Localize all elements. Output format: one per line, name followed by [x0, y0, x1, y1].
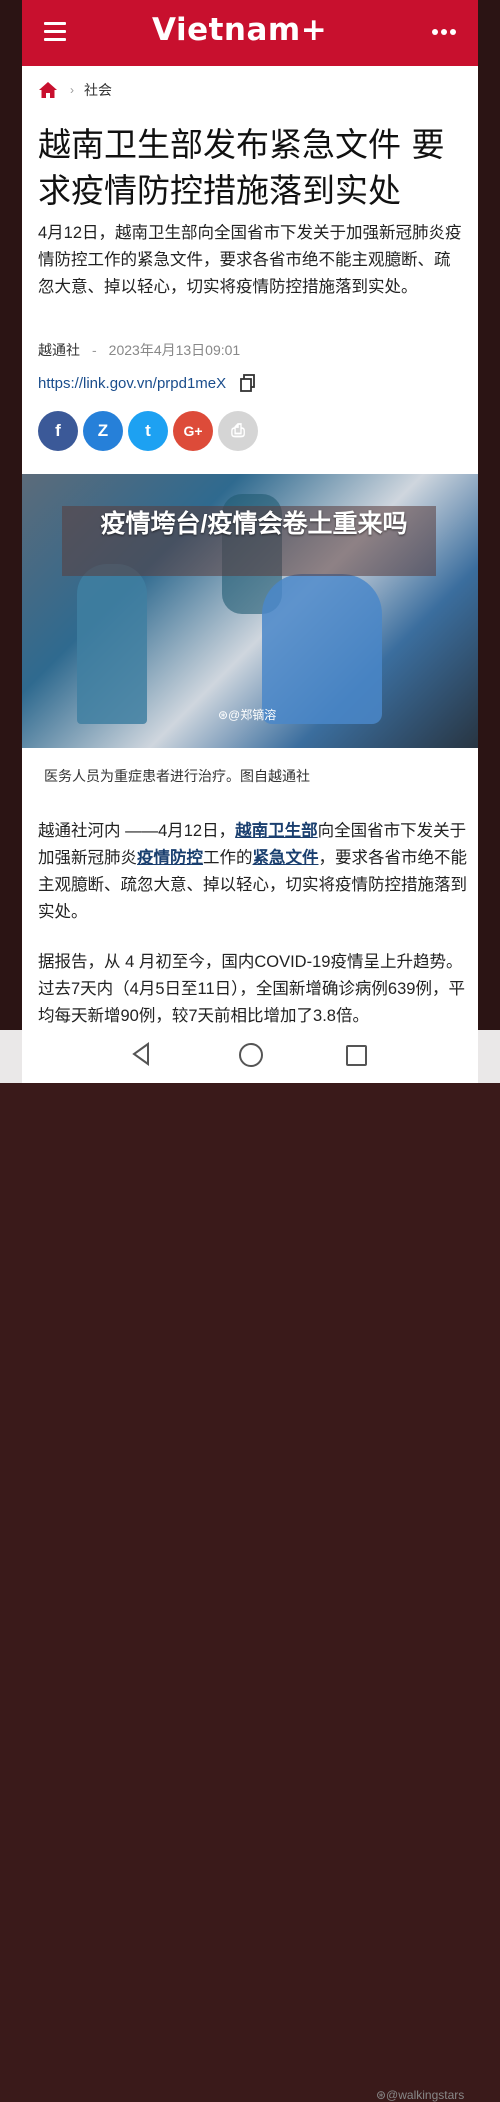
more-dots-icon[interactable] [429, 29, 456, 35]
app-frame: Vietnam+ › 社会 越南卫生部发布紧急文件 要求疫情防控措施落到实处 4… [0, 0, 500, 2102]
image-overlay-text: 疫情垮台/疫情会卷土重来吗 [100, 510, 408, 538]
home-icon[interactable] [38, 81, 58, 99]
breadcrumb: › 社会 [38, 80, 112, 100]
article-title: 越南卫生部发布紧急文件 要求疫情防控措施落到实处 [38, 125, 445, 210]
copy-icon[interactable] [240, 374, 256, 392]
article-paragraph-2: 据报告，从 4 月初至今，国内COVID-19疫情呈上升趋势。过去7天内（4月5… [38, 953, 465, 1025]
home-circle-icon[interactable] [239, 1043, 263, 1067]
system-nav-bar: ⊛@walkingstars [0, 1030, 500, 2102]
zalo-share-button[interactable]: Z [83, 411, 123, 451]
google-plus-icon: G+ [183, 423, 203, 439]
zalo-icon: Z [97, 421, 109, 440]
article-paragraph-1: 越通社河内 ——4月12日，越南卫生部向全国省市下发关于加强新冠肺炎疫情防控工作… [38, 822, 467, 921]
screenshot-watermark: ⊛@walkingstars [376, 2088, 465, 2102]
recent-apps-icon[interactable] [346, 1045, 367, 1066]
breadcrumb-section[interactable]: 社会 [84, 80, 112, 100]
link-epidemic-control[interactable]: 疫情防控 [137, 849, 203, 867]
image-caption: 医务人员为重症患者进行治疗。图自越通社 [44, 768, 310, 784]
short-link-row: https://link.gov.vn/prpd1meX [38, 374, 256, 392]
google-plus-share-button[interactable]: G+ [173, 411, 213, 451]
article-meta: 越通社 -2023年4月13日09:01 [38, 342, 241, 358]
link-urgent-document[interactable]: 紧急文件 [253, 849, 319, 867]
image-watermark: ⊛@郑镝溶 [218, 708, 277, 722]
article-date: 2023年4月13日09:01 [108, 342, 241, 358]
top-bar: Vietnam+ [22, 0, 478, 66]
facebook-icon: f [55, 421, 61, 440]
article-page: › 社会 越南卫生部发布紧急文件 要求疫情防控措施落到实处 4月12日，越南卫生… [22, 66, 478, 1083]
share-buttons: f Z t G+ ⎙ [38, 411, 263, 451]
facebook-share-button[interactable]: f [38, 411, 78, 451]
short-link[interactable]: https://link.gov.vn/prpd1meX [38, 375, 226, 392]
article-source[interactable]: 越通社 [38, 342, 80, 358]
article-image: 疫情垮台/疫情会卷土重来吗 ⊛@郑镝溶 [22, 474, 478, 748]
article-lead: 4月12日，越南卫生部向全国省市下发关于加强新冠肺炎疫情防控工作的紧急文件，要求… [38, 224, 462, 296]
print-icon: ⎙ [231, 421, 245, 440]
twitter-icon: t [145, 421, 151, 440]
hamburger-menu-icon[interactable] [44, 22, 66, 41]
twitter-share-button[interactable]: t [128, 411, 168, 451]
print-button[interactable]: ⎙ [218, 411, 258, 451]
site-logo[interactable]: Vietnam+ [152, 12, 327, 48]
link-ministry[interactable]: 越南卫生部 [235, 822, 318, 840]
chevron-right-icon: › [70, 83, 74, 97]
back-triangle-icon[interactable] [130, 1042, 152, 1066]
